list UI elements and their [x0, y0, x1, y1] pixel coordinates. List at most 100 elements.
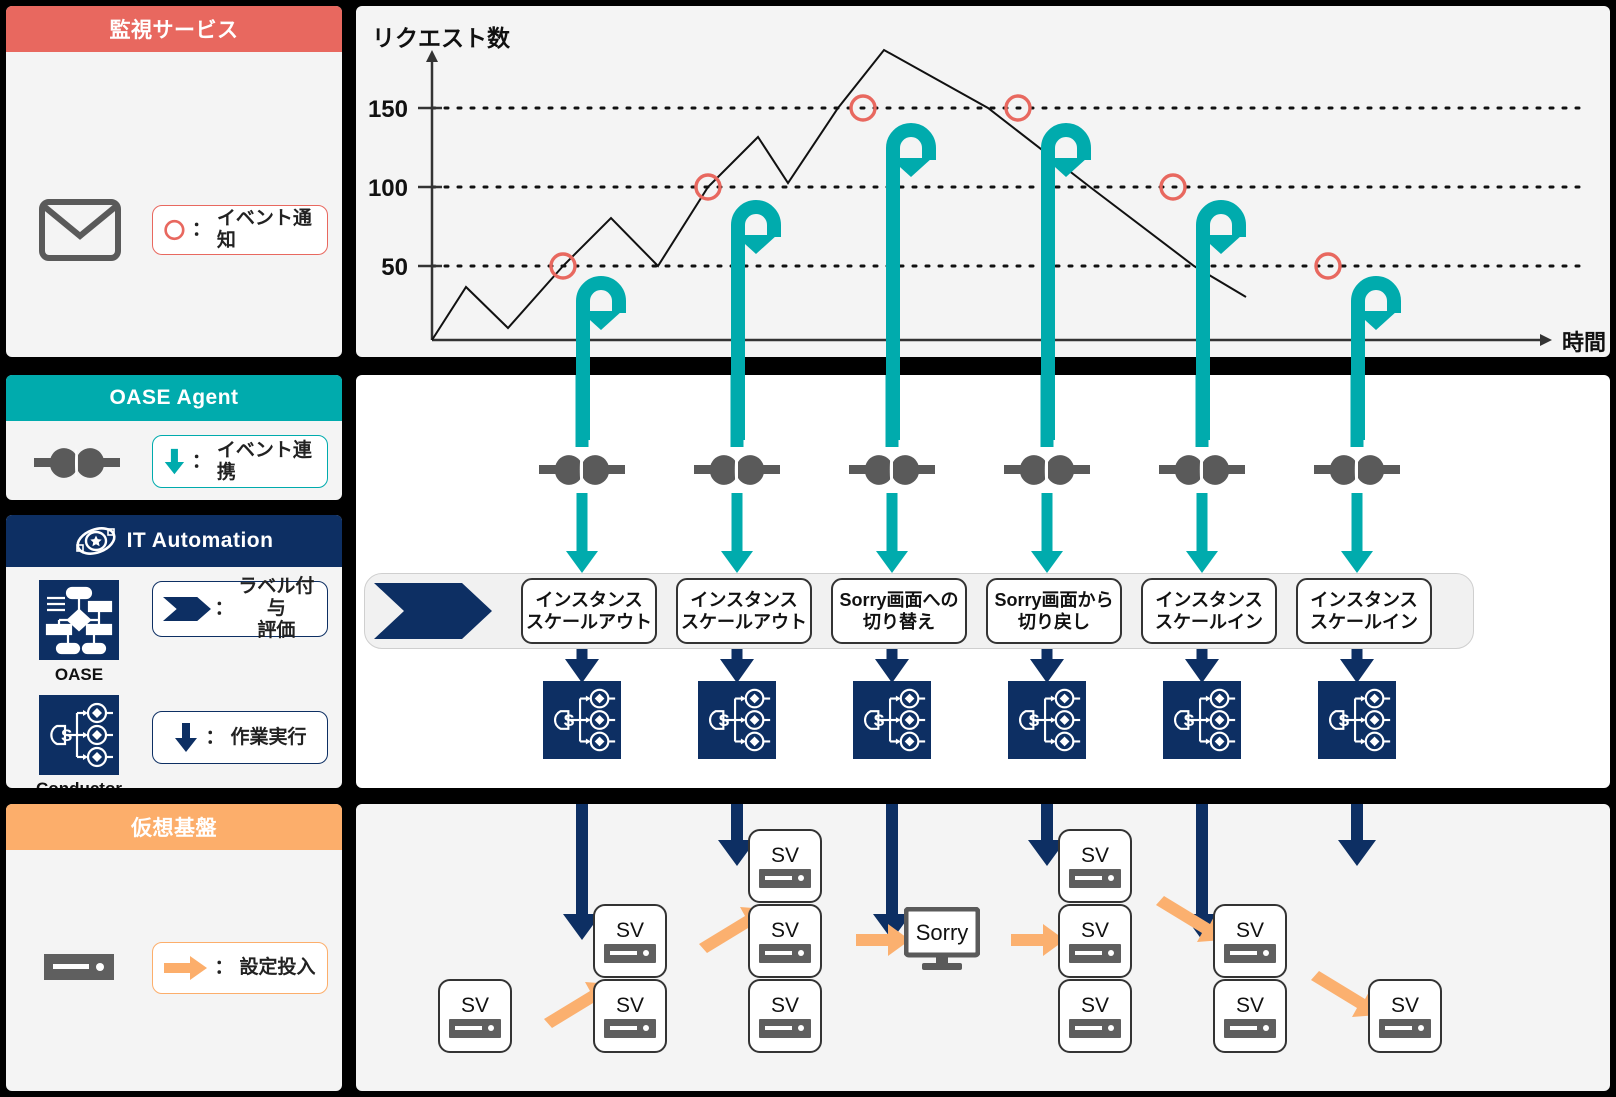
conductor-icon[interactable]: S: [543, 681, 621, 759]
conductor-icon[interactable]: S: [698, 681, 776, 759]
ticklabel-50: 50: [381, 254, 408, 281]
server-stage2-2[interactable]: SV: [593, 979, 667, 1053]
legend-execute-work[interactable]: ： 作業実行: [152, 711, 328, 764]
action-box-6[interactable]: インスタンス スケールイン: [1296, 578, 1432, 644]
panel-oase-agent-body: ： イベント連携: [6, 421, 342, 504]
conductor-icon[interactable]: S: [853, 681, 931, 759]
server-glyph: [604, 944, 656, 963]
server-label: SV: [1081, 995, 1109, 1016]
plug-icon: [694, 450, 780, 490]
legend-sep: ：: [215, 598, 234, 620]
server-glyph: [1069, 944, 1121, 963]
conductor-icon[interactable]: S: [1008, 681, 1086, 759]
right-arrow-icon: [164, 955, 208, 981]
legend-label: イベント通知: [217, 208, 317, 252]
plug-icon: [1159, 450, 1245, 490]
action-box-4[interactable]: Sorry画面から 切り戻し: [986, 578, 1122, 644]
server-stage3-2[interactable]: SV: [748, 904, 822, 978]
panel-oase-agent-title: OASE Agent: [109, 386, 238, 410]
panel-virtual-infrastructure: 仮想基盤 ： 設定投入: [2, 800, 346, 1095]
panel-it-automation: IT Automation: [2, 511, 346, 792]
server-stage3-1[interactable]: SV: [748, 829, 822, 903]
action-box-2[interactable]: インスタンス スケールアウト: [676, 578, 812, 644]
panel-automation-flow: インスタンス スケールアウト インスタンス スケールアウト Sorry画面への …: [352, 371, 1614, 792]
plug-icon: [1314, 450, 1400, 490]
panel-it-automation-header: IT Automation: [6, 515, 342, 567]
circle-marker-icon: [163, 217, 186, 243]
mail-icon: [39, 199, 121, 261]
panel-monitoring-header: 監視サービス: [6, 6, 342, 52]
legend-label: 設定投入: [240, 957, 316, 979]
sorry-screen[interactable]: Sorry: [904, 907, 980, 973]
chart-x-title: 時間: [1562, 330, 1606, 355]
chevron-arrow-icon: [374, 583, 494, 639]
server-stage4-2[interactable]: SV: [1058, 904, 1132, 978]
panel-virtual-infrastructure-header: 仮想基盤: [6, 804, 342, 850]
panel-virtual-infrastructure-title: 仮想基盤: [131, 812, 217, 842]
server-stage6-1[interactable]: SV: [1368, 979, 1442, 1053]
conductor-product-label: Conductor: [22, 779, 136, 792]
legend-label: ラベル付与 評価: [236, 576, 317, 642]
request-series-line: [432, 50, 1246, 340]
plug-icon: [34, 443, 120, 483]
server-label: SV: [1236, 920, 1264, 941]
panel-it-automation-body: OASE S: [6, 567, 342, 792]
legend-sep: ：: [192, 451, 211, 473]
server-label: SV: [771, 845, 799, 866]
it-automation-logo-icon: [75, 524, 117, 558]
server-label: SV: [1391, 995, 1419, 1016]
server-glyph: [1069, 1019, 1121, 1038]
panel-infrastructure-state: SV SV SV SV SV SV: [352, 800, 1614, 1095]
server-stage5-2[interactable]: SV: [1213, 979, 1287, 1053]
server-stage1-1[interactable]: SV: [438, 979, 512, 1053]
panel-it-automation-title: IT Automation: [127, 529, 274, 553]
panel-oase-agent: OASE Agent ： イベント連携: [2, 371, 346, 504]
legend-sep: ：: [214, 957, 233, 979]
panel-monitoring-title: 監視サービス: [110, 14, 239, 44]
conductor-icon[interactable]: S: [1163, 681, 1241, 759]
ticklabel-100: 100: [368, 175, 408, 202]
legend-label-evaluation[interactable]: ： ラベル付与 評価: [152, 581, 328, 637]
action-box-3[interactable]: Sorry画面への 切り替え: [831, 578, 967, 644]
panel-monitoring-body: ： イベント通知: [6, 52, 342, 361]
server-stage4-3[interactable]: SV: [1058, 979, 1132, 1053]
server-label: SV: [616, 995, 644, 1016]
server-glyph: [759, 869, 811, 888]
server-stage2-1[interactable]: SV: [593, 904, 667, 978]
sorry-label: Sorry: [916, 920, 969, 945]
panel-request-chart: リクエスト数 150 100 50: [352, 2, 1614, 361]
server-glyph: [604, 1019, 656, 1038]
server-stage5-1[interactable]: SV: [1213, 904, 1287, 978]
server-glyph: [1224, 1019, 1276, 1038]
server-label: SV: [1081, 845, 1109, 866]
server-glyph: [449, 1019, 501, 1038]
legend-event-notification[interactable]: ： イベント通知: [152, 205, 328, 255]
request-chart: リクエスト数 150 100 50: [356, 6, 1610, 357]
server-glyph: [759, 944, 811, 963]
server-stage4-1[interactable]: SV: [1058, 829, 1132, 903]
server-label: SV: [1236, 995, 1264, 1016]
plug-icon: [849, 450, 935, 490]
plug-icon: [1004, 450, 1090, 490]
server-label: SV: [461, 995, 489, 1016]
conductor-icon: S: [39, 695, 119, 775]
server-glyph: [759, 1019, 811, 1038]
panel-oase-agent-header: OASE Agent: [6, 375, 342, 421]
server-label: SV: [616, 920, 644, 941]
panel-monitoring-service: 監視サービス ： イベント通知: [2, 2, 346, 361]
action-box-1[interactable]: インスタンス スケールアウト: [521, 578, 657, 644]
legend-event-linkage[interactable]: ： イベント連携: [152, 435, 328, 488]
oase-product-label: OASE: [39, 665, 119, 685]
server-icon: [44, 954, 114, 980]
legend-sep: ：: [205, 727, 224, 749]
panel-virtual-infrastructure-body: ： 設定投入: [6, 850, 342, 1095]
legend-config-apply[interactable]: ： 設定投入: [152, 942, 328, 994]
conductor-icon[interactable]: S: [1318, 681, 1396, 759]
legend-label: 作業実行: [231, 727, 307, 749]
server-stage3-3[interactable]: SV: [748, 979, 822, 1053]
server-label: SV: [1081, 920, 1109, 941]
server-label: SV: [771, 920, 799, 941]
action-box-5[interactable]: インスタンス スケールイン: [1141, 578, 1277, 644]
down-arrow-icon: [163, 447, 186, 477]
chart-y-title: リクエスト数: [372, 25, 511, 51]
